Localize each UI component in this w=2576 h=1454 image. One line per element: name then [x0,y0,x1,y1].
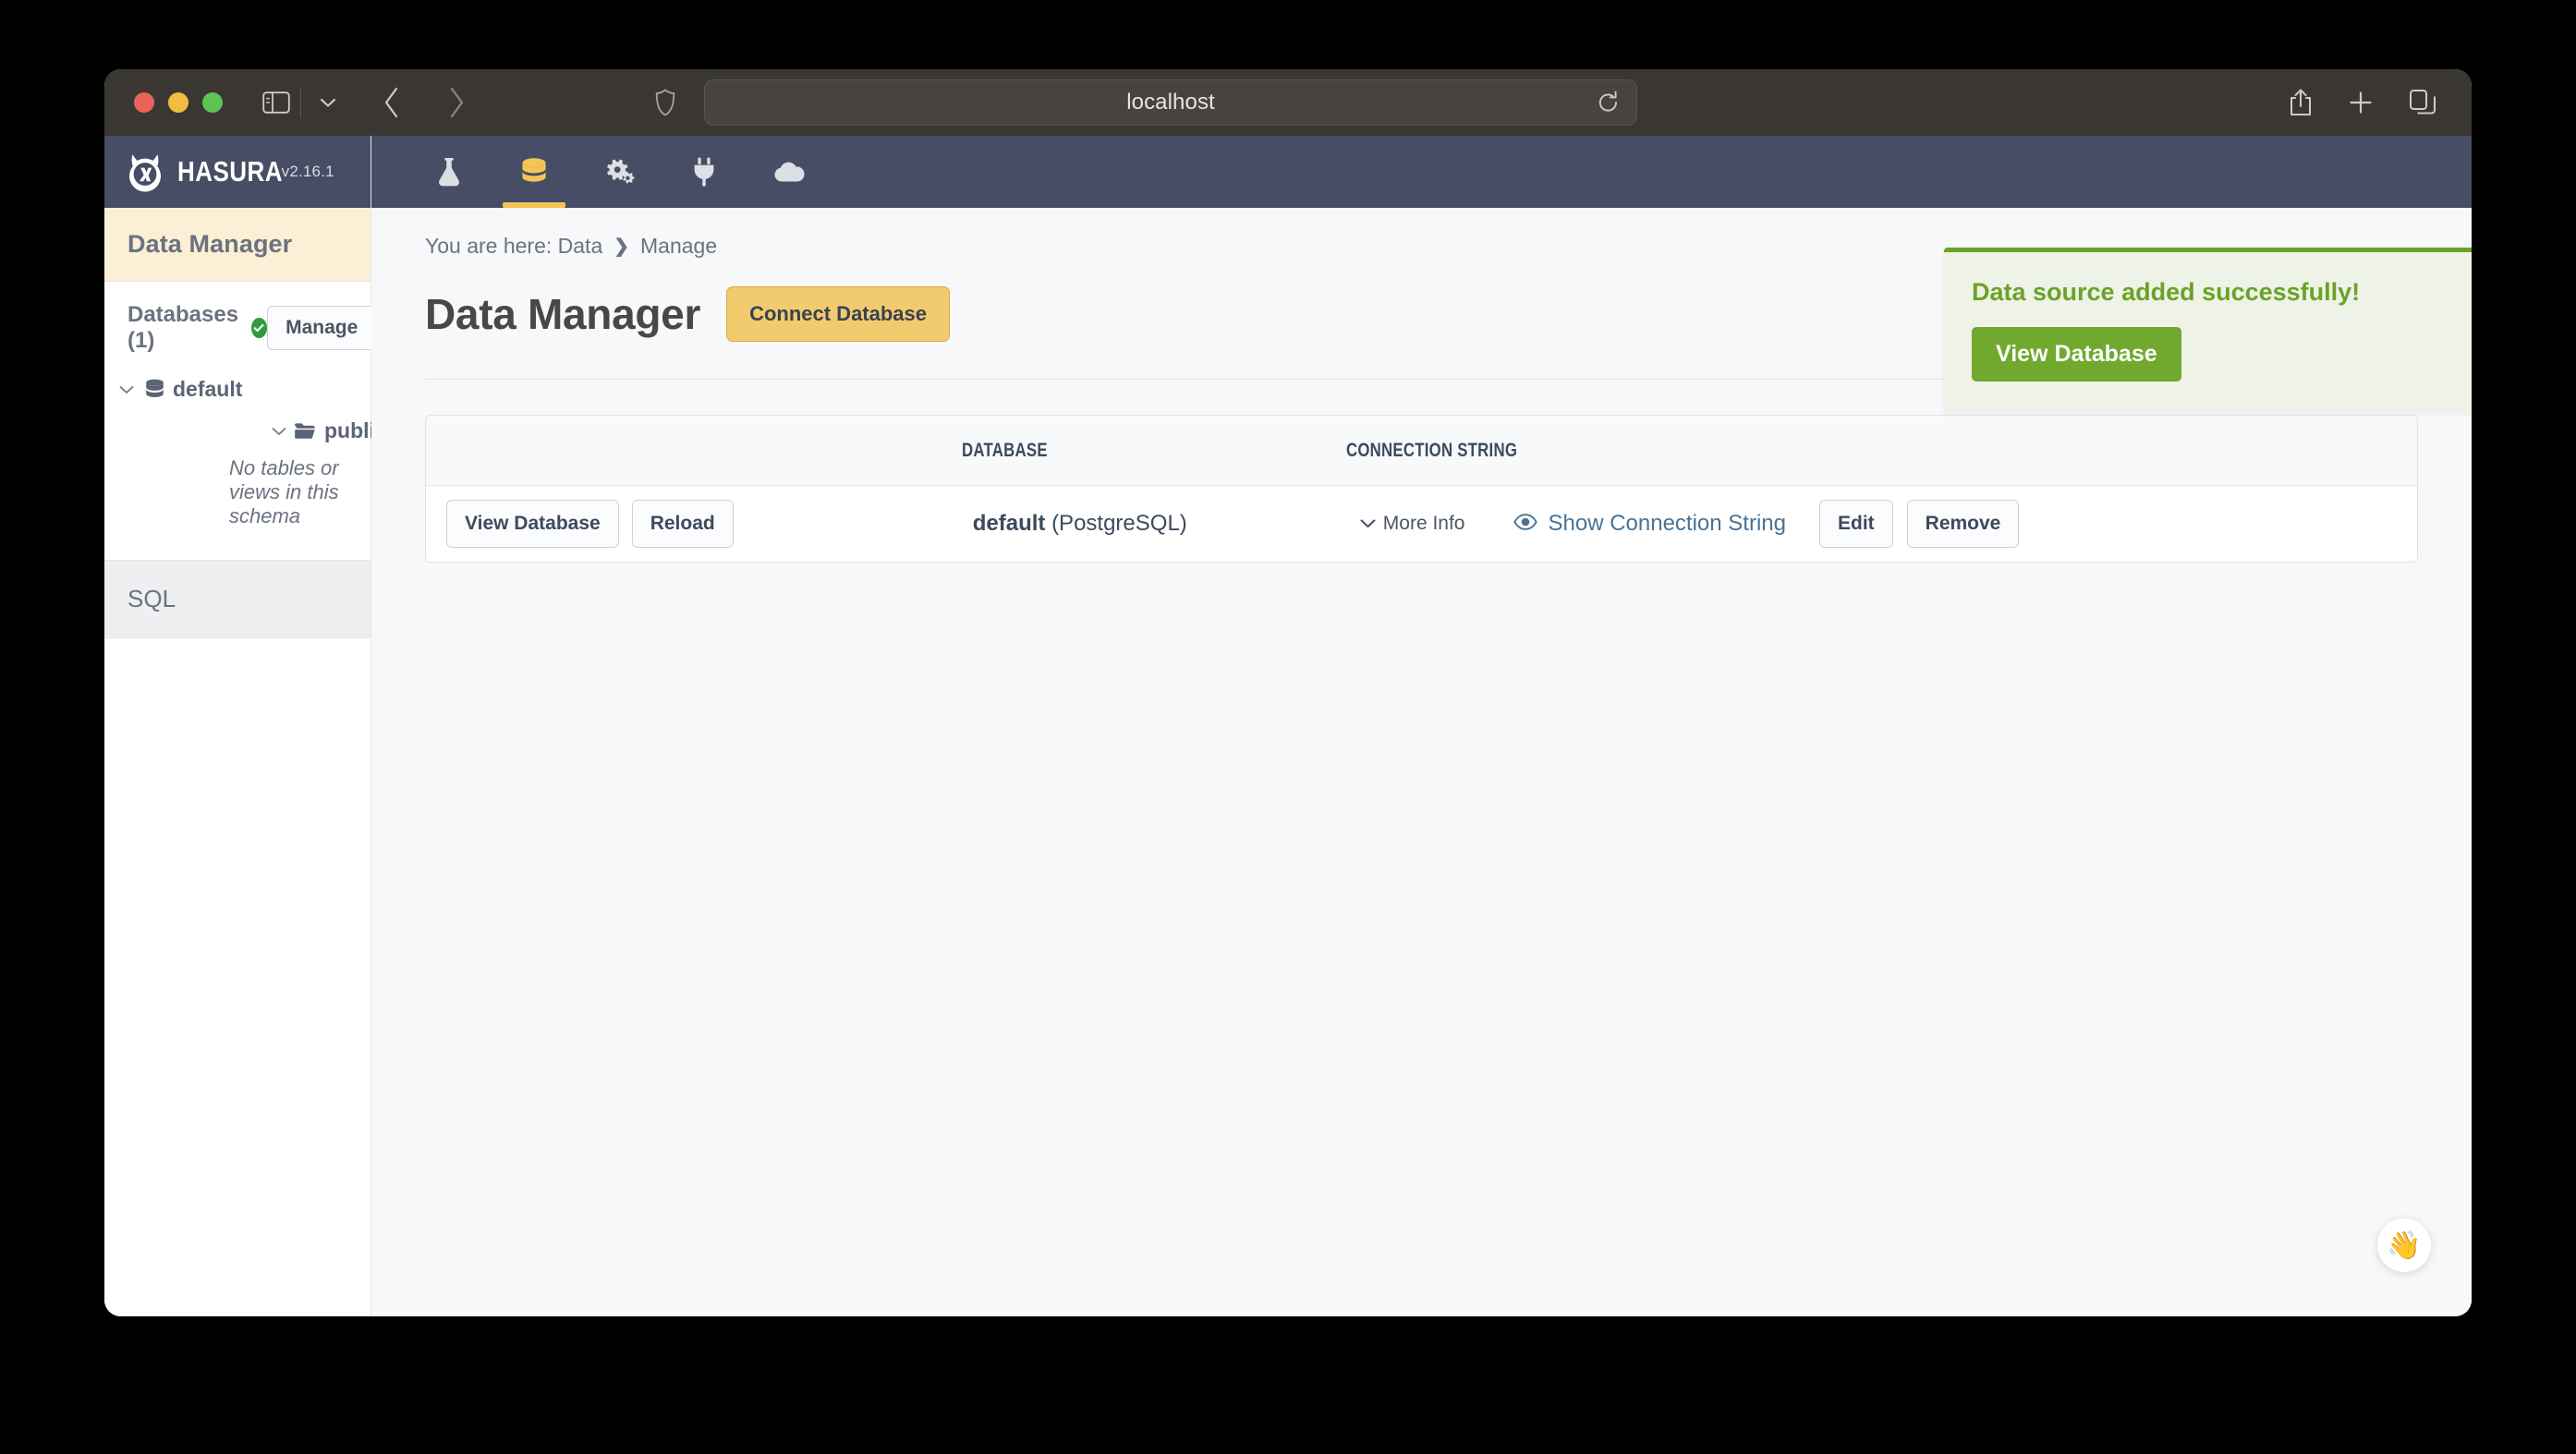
chevron-down-icon[interactable] [271,426,287,437]
page-title: Data Manager [425,290,701,338]
toolbar-divider [300,87,301,118]
table-header-row: DATABASE CONNECTION STRING [426,416,2417,486]
chevron-down-icon [1359,513,1377,535]
folder-icon [294,422,316,440]
show-connection-string-label: Show Connection String [1548,511,1786,536]
tab-overview-icon[interactable] [2409,89,2436,116]
breadcrumb-separator-icon: ❯ [614,236,629,257]
sidebar: HASURA v2.16.1 Data Manager Databases (1… [104,136,387,1316]
show-connection-string-link[interactable]: Show Connection String [1513,511,1786,537]
zoom-window-button[interactable] [202,92,223,113]
tree-item-database-default[interactable]: default [104,369,371,410]
browser-window: localhost HASURA v2.16.1 Data Manager Da… [104,69,2472,1316]
breadcrumb-prefix[interactable]: You are here: Data [425,234,602,259]
databases-row: Databases (1) Manage [104,282,377,369]
brand-version: v2.16.1 [281,163,334,180]
remove-button[interactable]: Remove [1906,500,2020,548]
nav-item-data[interactable] [492,136,577,208]
database-icon [145,379,164,400]
connect-database-button[interactable]: Connect Database [726,286,951,342]
check-circle-icon [250,318,268,338]
column-header-connection-string: CONNECTION STRING [1345,439,1518,461]
brand-bar: HASURA v2.16.1 [104,136,371,208]
database-kind: (PostgreSQL) [1051,511,1187,536]
minimize-window-button[interactable] [168,92,188,113]
table-row: View Database Reload default (PostgreSQL… [426,486,2417,562]
browser-titlebar: localhost [104,69,2472,136]
edit-button[interactable]: Edit [1818,500,1893,548]
chevron-down-icon[interactable] [115,384,139,395]
sidebar-filler [104,638,371,1316]
nav-item-events[interactable] [662,136,747,208]
address-bar[interactable]: localhost [704,79,1637,126]
main-content: You are here: Data ❯ Manage Data Manager… [371,136,2472,1316]
hasura-console: HASURA v2.16.1 Data Manager Databases (1… [104,136,2472,1316]
more-info-label: More Info [1382,513,1465,534]
success-toast: Data source added successfully! View Dat… [1944,248,2472,413]
empty-schema-note: No tables or views in this schema [229,456,339,527]
sidebar-title-block: Data Manager [104,208,371,282]
close-window-button[interactable] [134,92,154,113]
more-info-toggle[interactable]: More Info [1359,513,1465,535]
sql-label: SQL [128,585,176,612]
databases-label: Databases (1) [128,302,268,354]
sidebar-title: Data Manager [128,230,293,258]
back-button[interactable] [368,82,416,123]
breadcrumb-current[interactable]: Manage [640,234,717,259]
eye-icon [1513,511,1537,537]
toast-message: Data source added successfully! [1972,278,2361,306]
window-controls [134,92,223,113]
chevron-down-icon[interactable] [310,84,346,121]
hasura-lambda-logo [125,151,165,192]
share-icon[interactable] [2289,88,2313,117]
databases-count-text: Databases (1) [128,302,239,353]
shield-icon[interactable] [647,89,684,116]
forward-button[interactable] [432,82,480,123]
toolbar-right-actions [2289,88,2442,117]
brand-name: HASURA [177,155,283,188]
manage-button[interactable]: Manage [267,306,377,350]
reload-button[interactable]: Reload [631,500,734,548]
nav-item-api[interactable] [407,136,492,208]
database-name-cell: default (PostgreSQL) [973,511,1187,537]
databases-table: DATABASE CONNECTION STRING View Database… [425,415,2418,563]
tree-item-schema-public[interactable]: public [271,410,387,452]
view-database-button[interactable]: View Database [446,500,619,548]
tree-database-label: default [173,377,243,401]
sidebar-item-sql[interactable]: SQL [104,560,371,638]
waving-hand-icon[interactable]: 👋 [2377,1218,2431,1272]
database-tree: default public No tables or views in thi… [104,369,387,560]
column-header-database: DATABASE [962,439,1048,461]
nav-item-actions[interactable] [577,136,662,208]
reload-icon[interactable] [1598,91,1620,115]
toast-view-database-button[interactable]: View Database [1972,327,2181,382]
plus-icon[interactable] [2348,90,2374,115]
sidebar-icon[interactable] [256,84,297,121]
database-name: default [972,511,1046,536]
top-navigation [371,136,2472,208]
url-text: localhost [1126,90,1215,115]
nav-item-cloud[interactable] [747,136,832,208]
